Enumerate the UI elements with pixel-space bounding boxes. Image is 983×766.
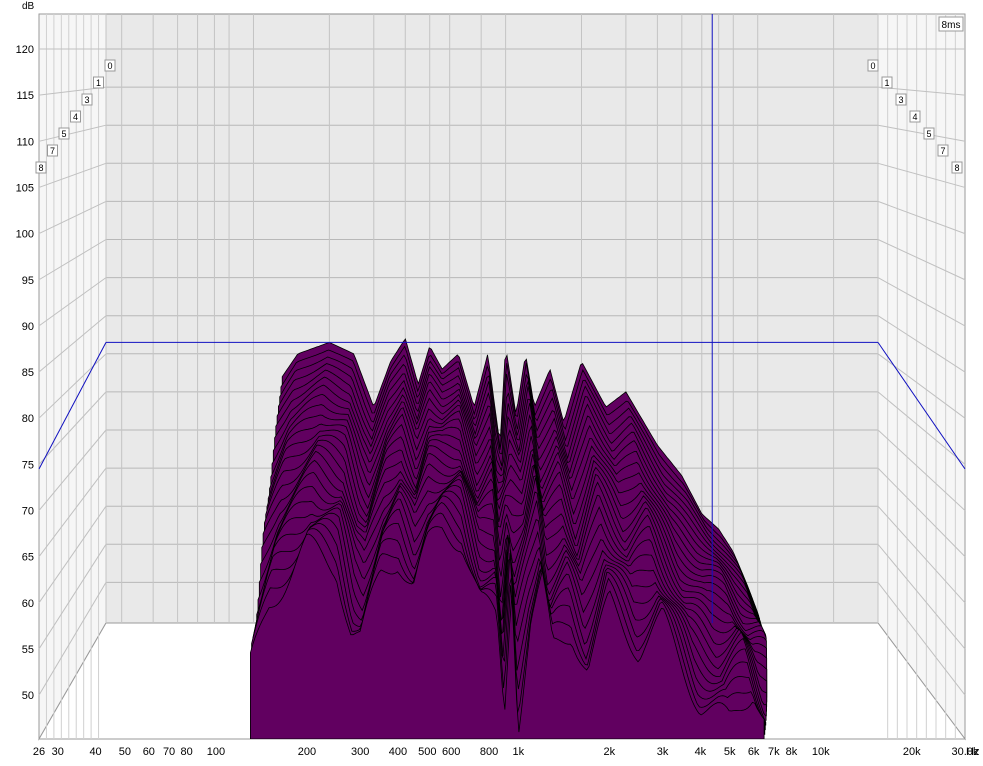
- left-wall: [38, 13, 107, 741]
- y-tick-label: 50: [22, 690, 34, 702]
- depth-label-left: 4: [73, 112, 78, 122]
- y-tick-label: 70: [22, 506, 34, 518]
- depth-label-left: 3: [84, 95, 89, 105]
- depth-label-left: 0: [107, 61, 112, 71]
- depth-label-left: 7: [50, 146, 55, 156]
- depth-label-right: 1: [884, 78, 889, 88]
- x-tick-label: 30: [52, 746, 64, 758]
- x-unit-label: Hz: [966, 746, 979, 758]
- x-tick-label: 26: [33, 746, 45, 758]
- x-tick-label: 80: [180, 746, 192, 758]
- x-tick-label: 4k: [695, 746, 707, 758]
- y-tick-label: 55: [22, 644, 34, 656]
- time-readout: 8ms: [942, 20, 961, 31]
- x-tick-label: 5k: [724, 746, 736, 758]
- y-tick-label: 110: [16, 136, 34, 148]
- waterfall-chart: 50 55 60 65 70 75 80 85 90 95 100 105 110 115 120 26 30 4…: [0, 0, 983, 761]
- depth-label-right: 0: [870, 61, 875, 71]
- depth-label-left: 5: [61, 129, 66, 139]
- depth-label-left: 1: [96, 78, 101, 88]
- x-tick-label: 3k: [657, 746, 669, 758]
- y-tick-label: 100: [16, 229, 34, 241]
- x-tick-label: 60: [143, 746, 155, 758]
- x-tick-label: 500: [418, 746, 436, 758]
- y-tick-label: 120: [16, 44, 34, 56]
- depth-label-right: 3: [898, 95, 903, 105]
- x-tick-label: 800: [480, 746, 498, 758]
- x-tick-label: 1k: [513, 746, 525, 758]
- depth-label-right: 5: [926, 129, 931, 139]
- x-tick-label: 20k: [903, 746, 921, 758]
- depth-label-right: 4: [912, 112, 917, 122]
- y-tick-label: 105: [16, 182, 34, 194]
- chart-svg: 5055606570758085909510010511011512026 30 4…: [0, 0, 983, 761]
- y-tick-label: 115: [16, 90, 34, 102]
- x-tick-label: 50: [119, 746, 131, 758]
- x-tick-label: 8k: [786, 746, 798, 758]
- y-tick-label: 60: [22, 598, 34, 610]
- y-tick-label: 75: [22, 459, 34, 471]
- y-tick-label: 85: [22, 367, 34, 379]
- x-tick-label: 600: [442, 746, 460, 758]
- x-tick-label: 7k: [768, 746, 780, 758]
- x-tick-label: 100: [207, 746, 225, 758]
- y-unit-label: dB: [22, 1, 35, 12]
- x-tick-label: 70: [163, 746, 175, 758]
- x-tick-label: 6k: [748, 746, 760, 758]
- x-tick-label: 40: [89, 746, 101, 758]
- right-wall: [877, 13, 966, 741]
- x-tick-label: 200: [298, 746, 316, 758]
- depth-label-right: 7: [940, 146, 945, 156]
- x-tick-label: 2k: [604, 746, 616, 758]
- x-tick-label: 400: [389, 746, 407, 758]
- depth-label-left: 8: [38, 163, 43, 173]
- y-tick-label: 90: [22, 321, 34, 333]
- x-tick-label: 300: [351, 746, 369, 758]
- y-tick-label: 95: [22, 275, 34, 287]
- x-tick-label: 10k: [812, 746, 830, 758]
- y-tick-label: 65: [22, 552, 34, 564]
- depth-label-right: 8: [954, 163, 959, 173]
- y-tick-label: 80: [22, 413, 34, 425]
